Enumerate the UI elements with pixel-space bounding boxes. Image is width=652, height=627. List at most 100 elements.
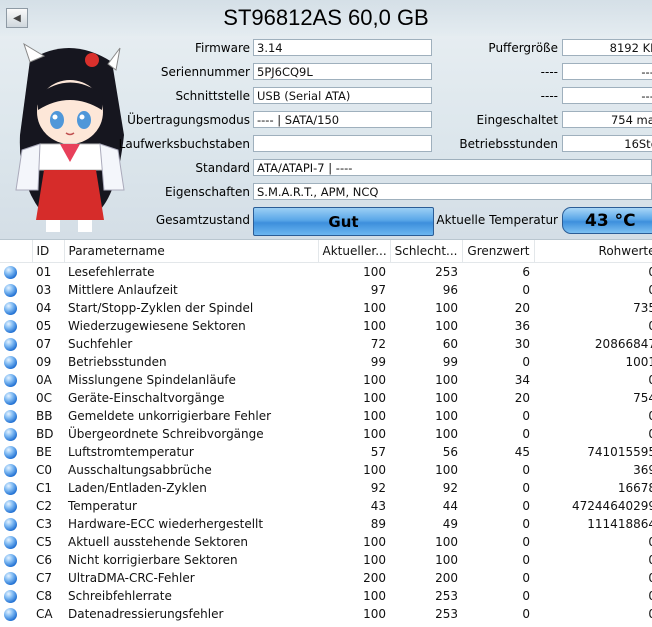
- status-good-icon: [4, 410, 17, 423]
- table-row[interactable]: 05 Wiederzugewiesene Sektoren 100 100 36 0: [0, 317, 652, 335]
- temperature-button[interactable]: 43 °C: [562, 207, 652, 234]
- table-row[interactable]: C8 Schreibfehlerrate 100 253 00: [0, 587, 652, 605]
- table-row[interactable]: CA Datenadressierungsfehler 100 253 00: [0, 605, 652, 623]
- threshold-value: 0: [522, 463, 530, 477]
- power-on-hours-label: Betriebsstunden: [459, 137, 558, 151]
- table-row[interactable]: C2 Temperatur 43 44 0 47244640299: [0, 497, 652, 515]
- raw-value: 0: [534, 425, 652, 443]
- status-good-icon: [4, 302, 17, 315]
- attribute-id: 09: [36, 355, 52, 369]
- raw-value: 0: [534, 371, 652, 389]
- table-row[interactable]: 0C Geräte-Einschaltvorgänge 100 100 20 754: [0, 389, 652, 407]
- table-row[interactable]: 04 Start/Stopp-Zyklen der Spindel 100 100 20…: [0, 299, 652, 317]
- raw-value: 369: [633, 463, 652, 477]
- threshold-value: 20: [514, 391, 530, 405]
- threshold-value: 0: [522, 589, 530, 603]
- attribute-name: Ausschaltungsabbrüche: [68, 463, 212, 477]
- right-label-3: ----: [540, 89, 558, 103]
- raw-value: 735: [633, 301, 652, 315]
- table-row[interactable]: BD Übergeordnete Schreibvorgänge 100 100 00: [0, 425, 652, 443]
- header-panel: ◀ ST96812AS 60,0 GB Firmware 3.14 Serien…: [0, 0, 652, 239]
- raw-value: 0: [534, 533, 652, 551]
- column-header-name[interactable]: Parametername: [64, 240, 319, 263]
- status-cell: [0, 389, 32, 407]
- current-value: 100: [363, 553, 386, 567]
- attribute-name: UltraDMA-CRC-Fehler: [68, 571, 195, 585]
- attribute-id: C5: [36, 535, 53, 549]
- column-header-raw[interactable]: Rohwerte: [534, 240, 652, 263]
- standard-value: ATA/ATAPI-7 | ----: [253, 159, 652, 176]
- status-cell: [0, 461, 32, 479]
- table-row[interactable]: 01 Lesefehlerrate 100 253 60: [0, 263, 652, 282]
- table-row[interactable]: BB Gemeldete unkorrigierbare Fehler 100 100…: [0, 407, 652, 425]
- buffer-value: 8192 KB: [562, 39, 652, 56]
- worst-value: 200: [435, 571, 458, 585]
- status-good-icon: [4, 608, 17, 621]
- right-value-2: ----: [562, 63, 652, 80]
- transfer-mode-value: ---- | SATA/150: [253, 111, 432, 128]
- column-header-current[interactable]: Aktueller...: [318, 240, 391, 263]
- status-good-icon: [4, 428, 17, 441]
- health-status-button[interactable]: Gut: [253, 207, 434, 236]
- worst-value: 96: [442, 283, 458, 297]
- smart-attributes-table: ID Parametername Aktueller... Schlecht..…: [0, 240, 652, 623]
- attribute-id: C0: [36, 463, 53, 477]
- table-row[interactable]: 03 Mittlere Anlaufzeit 97 96 00: [0, 281, 652, 299]
- attribute-id: BE: [36, 445, 52, 459]
- current-value: 92: [370, 481, 386, 495]
- raw-value: 741015595: [587, 445, 652, 459]
- worst-value: 253: [435, 607, 458, 621]
- right-value-3: ----: [562, 87, 652, 104]
- current-value: 100: [363, 607, 386, 621]
- status-good-icon: [4, 500, 17, 513]
- table-row[interactable]: 07 Suchfehler 72 60 30 20866847: [0, 335, 652, 353]
- table-row[interactable]: C0 Ausschaltungsabbrüche 100 100 0 369: [0, 461, 652, 479]
- threshold-value: 0: [522, 499, 530, 513]
- status-cell: [0, 263, 32, 282]
- attribute-name: Wiederzugewiesene Sektoren: [68, 319, 246, 333]
- current-value: 72: [370, 337, 386, 351]
- current-value: 100: [363, 391, 386, 405]
- status-good-icon: [4, 356, 17, 369]
- current-value: 200: [363, 571, 386, 585]
- column-header-threshold[interactable]: Grenzwert: [462, 240, 535, 263]
- status-cell: [0, 317, 32, 335]
- threshold-value: 34: [514, 373, 530, 387]
- worst-value: 100: [435, 319, 458, 333]
- status-good-icon: [4, 392, 17, 405]
- table-row[interactable]: 09 Betriebsstunden 99 99 0 1001: [0, 353, 652, 371]
- attribute-id: 0C: [36, 391, 53, 405]
- table-row[interactable]: C7 UltraDMA-CRC-Fehler 200 200 00: [0, 569, 652, 587]
- status-cell: [0, 587, 32, 605]
- current-value: 89: [370, 517, 386, 531]
- column-header-worst[interactable]: Schlecht...: [390, 240, 463, 263]
- table-row[interactable]: 0A Misslungene Spindelanläufe 100 100 34 0: [0, 371, 652, 389]
- attribute-name: Aktuell ausstehende Sektoren: [68, 535, 248, 549]
- drive-letters-value: [253, 135, 432, 152]
- table-row[interactable]: C3 Hardware-ECC wiederhergestellt 89 49 0 111…: [0, 515, 652, 533]
- attribute-name: Schreibfehlerrate: [68, 589, 172, 603]
- interface-value: USB (Serial ATA): [253, 87, 432, 104]
- threshold-value: 0: [522, 607, 530, 621]
- raw-value: 0: [534, 317, 652, 335]
- serial-value: 5PJ6CQ9L: [253, 63, 432, 80]
- column-header-status[interactable]: [0, 240, 33, 263]
- table-row[interactable]: C5 Aktuell ausstehende Sektoren 100 100 00: [0, 533, 652, 551]
- threshold-value: 6: [522, 265, 530, 279]
- worst-value: 100: [435, 409, 458, 423]
- raw-value: 47244640299: [572, 499, 652, 513]
- current-value: 100: [363, 535, 386, 549]
- attribute-id: 07: [36, 337, 52, 351]
- right-label-2: ----: [540, 65, 558, 79]
- features-value: S.M.A.R.T., APM, NCQ: [253, 183, 652, 200]
- attribute-name: Nicht korrigierbare Sektoren: [68, 553, 238, 567]
- table-row[interactable]: C6 Nicht korrigierbare Sektoren 100 100 00: [0, 551, 652, 569]
- status-cell: [0, 533, 32, 551]
- column-header-id[interactable]: ID: [32, 240, 65, 263]
- table-row[interactable]: BE Luftstromtemperatur 57 56 45 741015595: [0, 443, 652, 461]
- table-row[interactable]: C1 Laden/Entladen-Zyklen 92 92 0 16678: [0, 479, 652, 497]
- worst-value: 60: [442, 337, 458, 351]
- current-value: 100: [363, 427, 386, 441]
- attribute-name: Geräte-Einschaltvorgänge: [68, 391, 225, 405]
- interface-label: Schnittstelle: [175, 89, 250, 103]
